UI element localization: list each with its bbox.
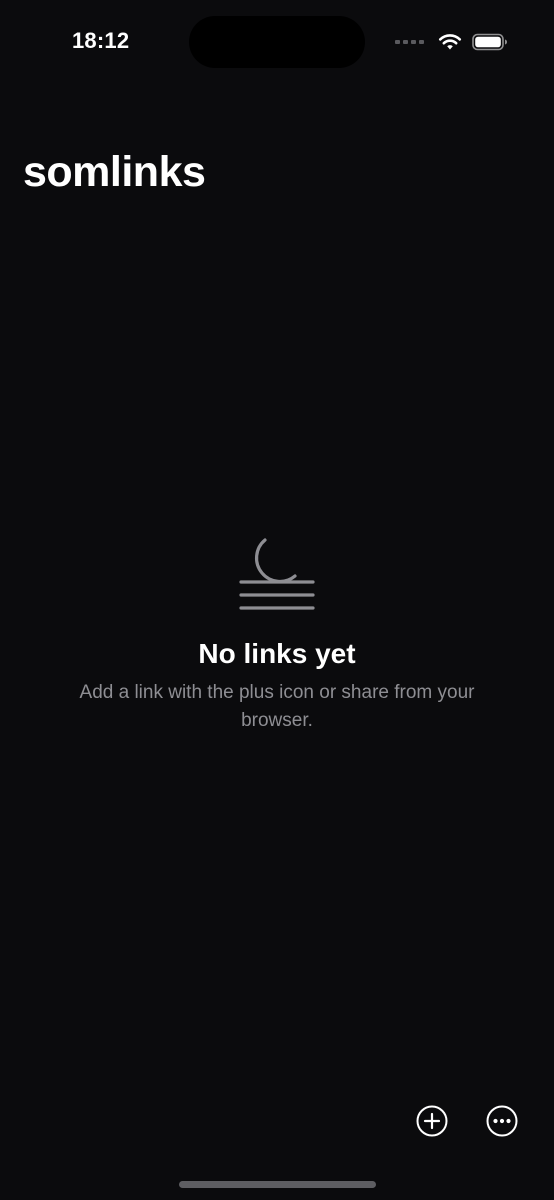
status-bar: 18:12 <box>0 0 554 90</box>
dynamic-island <box>189 16 365 68</box>
empty-state-title: No links yet <box>198 638 356 669</box>
wifi-icon <box>438 34 462 50</box>
moon-haze-icon <box>239 538 315 610</box>
empty-state-description: Add a link with the plus icon or share f… <box>79 682 475 731</box>
more-options-button[interactable] <box>486 1105 518 1137</box>
ellipsis-circle-icon <box>486 1105 518 1137</box>
page-title: somlinks <box>23 148 206 196</box>
battery-icon <box>472 33 507 51</box>
empty-state: No links yet Add a link with the plus ic… <box>0 535 554 735</box>
signal-icon <box>395 40 424 44</box>
status-time: 18:12 <box>72 28 130 53</box>
plus-circle-icon <box>416 1105 448 1137</box>
status-icons <box>395 30 508 54</box>
add-link-button[interactable] <box>416 1105 448 1137</box>
home-indicator[interactable] <box>179 1181 376 1188</box>
